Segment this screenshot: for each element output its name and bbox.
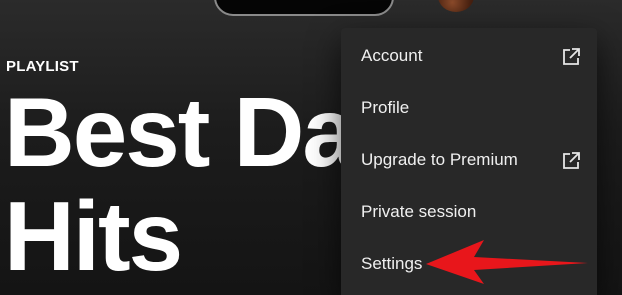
menu-item-private-session[interactable]: Private session <box>341 188 597 236</box>
menu-item-label: Profile <box>361 98 410 117</box>
menu-item-label: Private session <box>361 202 477 221</box>
menu-item-label: Account <box>361 46 423 65</box>
arrow-shape <box>426 240 588 284</box>
external-link-icon <box>563 48 580 65</box>
menu-item-label: Settings <box>361 254 423 273</box>
menu-item-account[interactable]: Account <box>341 32 597 80</box>
search-bar[interactable] <box>214 0 394 16</box>
external-link-icon <box>563 152 580 169</box>
playlist-type-label: PLAYLIST <box>6 58 79 75</box>
red-arrow-annotation <box>426 240 588 284</box>
menu-item-profile[interactable]: Profile <box>341 84 597 132</box>
menu-item-upgrade-to-premium[interactable]: Upgrade to Premium <box>341 136 597 184</box>
menu-item-label: Upgrade to Premium <box>361 150 518 169</box>
